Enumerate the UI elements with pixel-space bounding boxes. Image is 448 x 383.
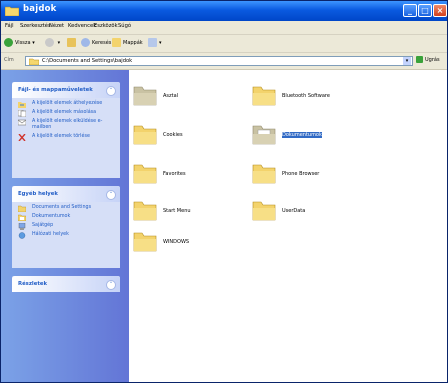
- menu-bar: Fájl Szerkesztés Nézet Kedvencek Eszközö…: [1, 21, 447, 35]
- folder-label: UserData: [282, 208, 306, 214]
- documents-folder-icon: [252, 125, 276, 145]
- forward-button[interactable]: ▾: [45, 38, 60, 49]
- file-tasks-panel: Fájl- és mappaműveletek ˄ A kijelölt ele…: [12, 82, 120, 178]
- documents-folder-icon: [18, 214, 26, 221]
- email-icon: [18, 119, 26, 126]
- folder-label: Phone Browser: [282, 171, 320, 177]
- minimize-button[interactable]: _: [403, 4, 417, 17]
- title-bar[interactable]: bajdok _ □ ×: [1, 1, 447, 21]
- expand-chevron-icon[interactable]: ˅: [106, 280, 116, 290]
- network-icon: [18, 232, 26, 239]
- other-places-panel: Egyéb helyek ˄ Documents and Settings Do…: [12, 186, 120, 268]
- forward-arrow-icon: [45, 38, 54, 47]
- folders-icon: [112, 38, 121, 47]
- folder-label: WINDOWS: [163, 239, 190, 245]
- folder-icon: [252, 201, 276, 221]
- delete-icon: [18, 134, 26, 141]
- back-label: Vissza: [15, 40, 31, 46]
- menu-tools[interactable]: Eszközök: [94, 23, 118, 29]
- folders-button[interactable]: Mappák: [112, 38, 143, 49]
- folder-icon: [5, 6, 19, 16]
- folder-icon: [133, 232, 157, 252]
- task-pane: Fájl- és mappaműveletek ˄ A kijelölt ele…: [1, 70, 129, 382]
- folder-label: Cookies: [163, 132, 183, 138]
- menu-edit[interactable]: Szerkesztés: [20, 23, 51, 29]
- menu-help[interactable]: Súgó: [118, 23, 131, 29]
- file-tasks-header[interactable]: Fájl- és mappaműveletek ˄: [12, 82, 120, 98]
- folder-icon: [133, 201, 157, 221]
- folder-label: Asztal: [163, 93, 179, 99]
- back-button[interactable]: Vissza ▾: [4, 38, 35, 49]
- menu-file[interactable]: Fájl: [5, 23, 14, 29]
- address-input[interactable]: C:\Documents and Settings\bajdok ▾: [25, 56, 413, 66]
- go-label: Ugrás: [425, 57, 440, 63]
- file-tasks-title: Fájl- és mappaműveletek: [18, 87, 93, 93]
- task-email[interactable]: A kijelölt elemek elküldése e-mailben: [18, 119, 114, 131]
- collapse-chevron-icon[interactable]: ˄: [106, 86, 116, 96]
- explorer-window: bajdok _ □ × Fájl Szerkesztés Nézet Kedv…: [0, 0, 448, 383]
- folder-label: Start Menu: [163, 208, 191, 214]
- search-label: Keresés: [92, 40, 112, 46]
- move-icon: [18, 102, 26, 108]
- menu-view[interactable]: Nézet: [49, 23, 64, 29]
- address-bar: Cím C:\Documents and Settings\bajdok ▾ U…: [1, 53, 447, 70]
- task-delete[interactable]: A kijelölt elemek törlése: [18, 134, 114, 141]
- other-places-title: Egyéb helyek: [18, 191, 58, 197]
- folder-view: Asztal Bluetooth Software Cookies Dokume…: [129, 70, 447, 382]
- place-documents[interactable]: Dokumentumok: [18, 214, 114, 221]
- details-title: Részletek: [18, 281, 47, 287]
- folder-label: Bluetooth Software: [282, 93, 330, 99]
- back-arrow-icon: [4, 38, 13, 47]
- close-button[interactable]: ×: [433, 4, 447, 17]
- collapse-chevron-icon[interactable]: ˄: [106, 190, 116, 200]
- folder-icon: [29, 58, 39, 65]
- up-folder-icon: [67, 38, 76, 47]
- folder-label: Favorites: [163, 171, 186, 177]
- folder-icon: [133, 86, 157, 106]
- details-header[interactable]: Részletek ˅: [12, 276, 120, 292]
- menu-favorites[interactable]: Kedvencek: [68, 23, 96, 29]
- maximize-button[interactable]: □: [418, 4, 432, 17]
- address-label: Cím: [4, 57, 14, 63]
- folder-icon: [133, 164, 157, 184]
- window-title: bajdok: [23, 4, 57, 14]
- copy-icon: [18, 110, 26, 117]
- views-icon: [148, 38, 157, 47]
- folder-icon: [252, 164, 276, 184]
- search-icon: [81, 38, 90, 47]
- other-places-header[interactable]: Egyéb helyek ˄: [12, 186, 120, 202]
- address-path: C:\Documents and Settings\bajdok: [42, 58, 133, 64]
- toolbar: Vissza ▾ ▾ Keresés Mappák ▾: [1, 35, 447, 53]
- place-documents-and-settings[interactable]: Documents and Settings: [18, 205, 114, 212]
- details-panel: Részletek ˅: [12, 276, 120, 292]
- task-move[interactable]: A kijelölt elemek áthelyezése: [18, 101, 114, 108]
- task-copy[interactable]: A kijelölt elemek másolása: [18, 110, 114, 117]
- folder-icon: [252, 86, 276, 106]
- computer-icon: [18, 223, 26, 230]
- folder-label: Dokumentumok: [282, 132, 322, 138]
- folders-label: Mappák: [123, 40, 143, 46]
- place-network[interactable]: Hálózati helyek: [18, 232, 114, 239]
- go-arrow-icon: [416, 56, 423, 63]
- place-my-computer[interactable]: Sajátgép: [18, 223, 114, 230]
- up-folder-button[interactable]: [67, 38, 78, 49]
- search-button[interactable]: Keresés: [81, 38, 111, 49]
- views-button[interactable]: ▾: [148, 38, 162, 49]
- folder-icon: [18, 205, 26, 212]
- go-button[interactable]: Ugrás: [416, 56, 440, 63]
- folder-icon: [133, 125, 157, 145]
- address-dropdown-icon[interactable]: ▾: [403, 57, 411, 65]
